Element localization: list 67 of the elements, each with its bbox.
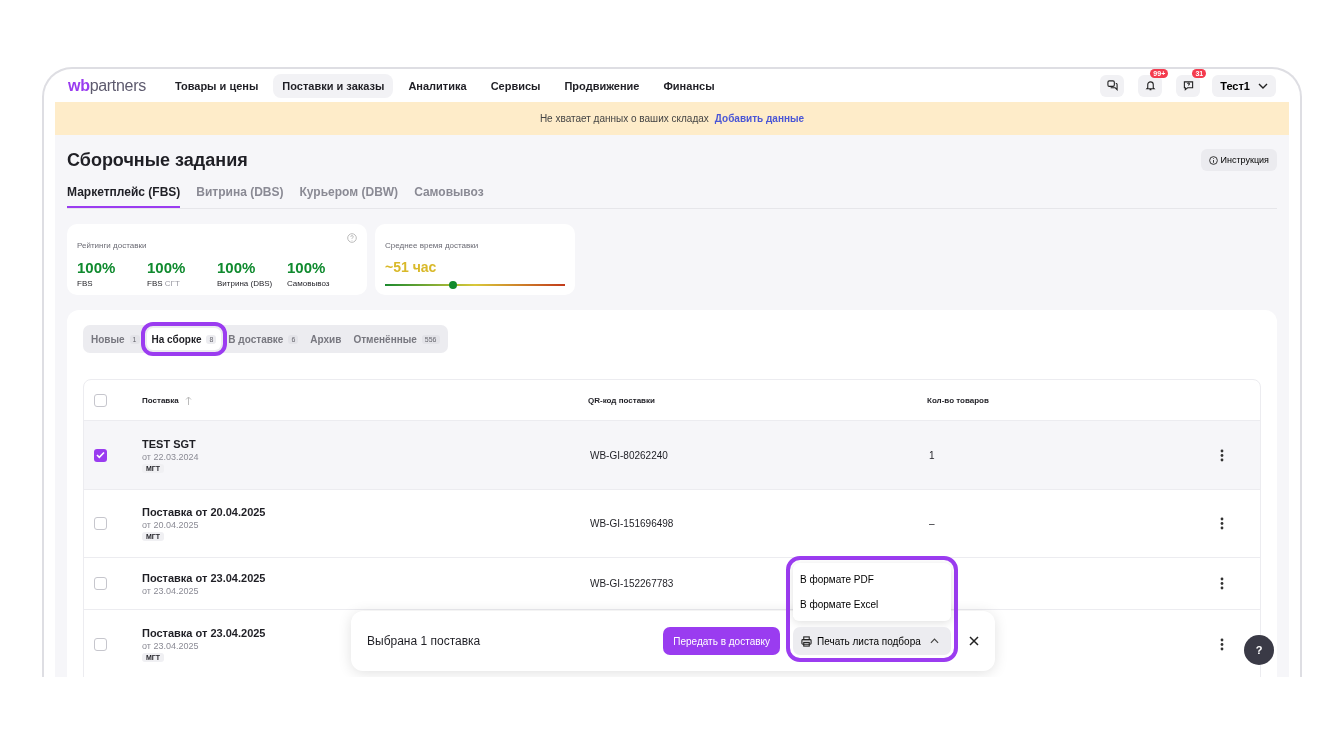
check-icon — [96, 451, 105, 459]
menu-item[interactable]: В формате PDF — [793, 567, 951, 592]
chat-icon — [1106, 80, 1118, 91]
rating-label: Витрина (DBS) — [217, 279, 274, 288]
add-data-link[interactable]: Добавить данные — [714, 113, 805, 124]
quantity-cell-text: 1 — [928, 449, 935, 461]
chevron-up-icon — [929, 638, 939, 644]
logo[interactable]: wbpartners — [68, 76, 146, 95]
more-icon[interactable] — [1220, 577, 1224, 590]
status-tab[interactable]: Архив — [305, 328, 347, 350]
bell-button[interactable] — [1138, 74, 1163, 97]
qr-code-cell-text: WB-GI-80262240 — [589, 449, 668, 461]
column-header: Кол-во товаров — [927, 395, 990, 405]
row-checkbox[interactable] — [94, 517, 107, 530]
close-icon[interactable] — [969, 636, 979, 646]
send-to-delivery-button[interactable]: Передать в доставку — [663, 627, 780, 655]
rating-label: FBS СГТ — [147, 279, 181, 288]
row-checkbox[interactable] — [94, 638, 107, 651]
shipment-date: от 23.04.2025 — [142, 641, 199, 651]
more-icon[interactable] — [1220, 517, 1224, 530]
nav-item[interactable]: Аналитика — [399, 73, 476, 98]
quantity-cell-text: – — [928, 518, 935, 529]
shipment-date: от 22.03.2024 — [142, 451, 199, 462]
nav-item[interactable]: Продвижение — [555, 73, 649, 98]
card-title: Среднее время доставки — [385, 241, 479, 250]
info-icon — [1208, 155, 1218, 165]
qr-code-cell-text: WB-GI-151696498 — [589, 518, 674, 529]
printer-icon — [801, 635, 812, 647]
menu-item[interactable]: В формате Excel — [793, 592, 951, 617]
chat-button[interactable] — [1100, 74, 1125, 97]
selection-text: Выбрана 1 поставка — [367, 634, 482, 648]
nav-item[interactable]: Финансы — [654, 73, 724, 98]
chevron-down-icon — [1258, 82, 1268, 89]
instructions-button[interactable]: Инструкция — [1200, 149, 1277, 171]
nav-item[interactable]: Сервисы — [481, 73, 550, 98]
delivery-time-value: ~51 час — [385, 259, 438, 275]
more-icon[interactable] — [1220, 638, 1224, 651]
shipment-name: Поставка от 20.04.2025 — [142, 506, 266, 518]
select-all-checkbox[interactable] — [94, 393, 107, 407]
shipment-name: Поставка от 23.04.2025 — [142, 627, 266, 639]
card-title: Рейтинги доставки — [77, 241, 147, 250]
user-menu[interactable]: Тест1 — [1212, 74, 1276, 97]
column-header: QR-код поставки — [588, 395, 656, 405]
rating-label: FBS — [77, 279, 94, 288]
shipment-name: TEST SGT — [142, 437, 196, 450]
question-chat-icon — [1182, 80, 1194, 91]
shipment-name: Поставка от 23.04.2025 — [142, 571, 266, 584]
bell-icon — [1144, 80, 1156, 91]
tab[interactable]: Маркетплейс (FBS) — [67, 181, 181, 208]
more-icon[interactable] — [1220, 448, 1224, 462]
nav-item[interactable]: Поставки и заказы — [273, 73, 394, 98]
shipment-date: от 20.04.2025 — [142, 520, 199, 530]
nav-item[interactable]: Товары и цены — [165, 73, 268, 98]
rating-value: 100% — [77, 259, 117, 276]
row-checkbox[interactable] — [94, 448, 107, 462]
question-button[interactable] — [1176, 74, 1201, 97]
shipment-date: от 23.04.2025 — [142, 585, 199, 596]
rating-value: 100% — [217, 259, 257, 276]
rating-value: 100% — [287, 259, 327, 276]
banner-text: Не хватает данных о ваших складах — [539, 113, 709, 124]
rating-label: Самовывоз — [287, 279, 331, 288]
qr-code-cell-text: WB-GI-152267783 — [589, 578, 674, 589]
page-title: Сборочные задания — [67, 149, 248, 171]
column-header[interactable]: Поставка — [142, 395, 179, 405]
print-pick-list-button[interactable]: Печать листа подбора — [793, 627, 951, 655]
rating-value: 100% — [147, 259, 187, 276]
row-checkbox[interactable] — [94, 577, 107, 590]
